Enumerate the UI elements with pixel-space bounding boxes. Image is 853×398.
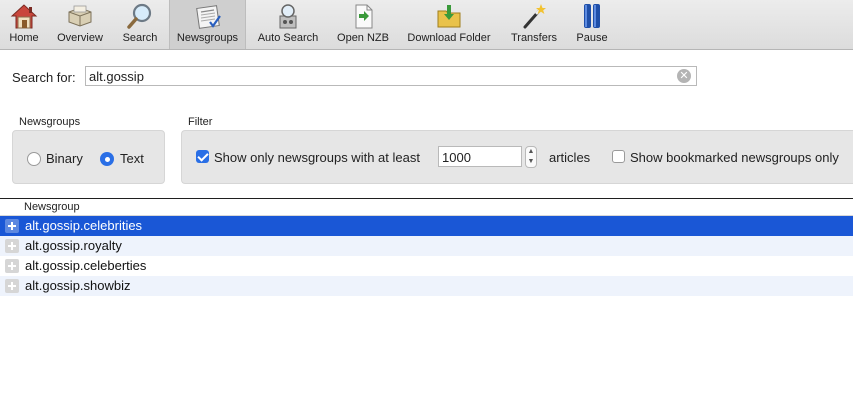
auto-search-icon	[273, 2, 303, 30]
transfers-wand-icon	[519, 2, 549, 30]
table-row[interactable]: alt.gossip.showbiz	[0, 276, 853, 296]
newsgroup-name: alt.gossip.celeberties	[25, 258, 147, 273]
stepper-up-icon[interactable]: ▲	[528, 148, 535, 155]
table-row[interactable]: alt.gossip.royalty	[0, 236, 853, 256]
binary-radio[interactable]	[27, 152, 41, 166]
toolbar: Home Overview Search Newsgroups Auto Sea…	[0, 0, 853, 50]
min-articles-field[interactable]	[438, 146, 522, 167]
toolbar-pause-label: Pause	[576, 32, 608, 44]
toolbar-download-folder-label: Download Folder	[407, 32, 491, 44]
search-field[interactable]: ✕	[85, 66, 697, 86]
home-icon	[9, 2, 39, 30]
expand-plus-icon[interactable]	[5, 259, 19, 273]
toolbar-transfers-label: Transfers	[510, 32, 558, 44]
table-row[interactable]: alt.gossip.celebrities	[0, 216, 853, 236]
expand-plus-icon[interactable]	[5, 219, 19, 233]
magnifier-icon	[125, 2, 155, 30]
newsgroup-name: alt.gossip.showbiz	[25, 278, 131, 293]
expand-plus-icon[interactable]	[5, 239, 19, 253]
table-top-border	[0, 198, 853, 199]
newsgroups-group-box: Binary Text	[12, 130, 165, 184]
toolbar-home-button[interactable]: Home	[3, 0, 45, 49]
toolbar-download-folder-button[interactable]: Download Folder	[404, 0, 494, 49]
newsgroup-name: alt.gossip.royalty	[25, 238, 122, 253]
toolbar-transfers-button[interactable]: Transfers	[507, 0, 561, 49]
min-articles-label[interactable]: Show only newsgroups with at least	[214, 150, 420, 165]
filter-group-title: Filter	[188, 116, 213, 128]
toolbar-search-button[interactable]: Search	[118, 0, 162, 49]
articles-suffix-label: articles	[549, 150, 591, 165]
pause-icon	[577, 2, 607, 30]
toolbar-newsgroups-button[interactable]: Newsgroups	[169, 0, 246, 49]
stepper-down-icon[interactable]: ▼	[528, 158, 535, 165]
clear-search-icon[interactable]: ✕	[677, 69, 691, 83]
text-radio[interactable]	[100, 152, 114, 166]
toolbar-overview-button[interactable]: Overview	[53, 0, 107, 49]
table-row[interactable]: alt.gossip.celeberties	[0, 256, 853, 276]
toolbar-overview-label: Overview	[57, 32, 103, 44]
bookmarked-only-label[interactable]: Show bookmarked newsgroups only	[630, 150, 839, 165]
toolbar-open-nzb-label: Open NZB	[337, 32, 389, 44]
open-nzb-icon	[348, 2, 378, 30]
newsgroups-group-title: Newsgroups	[19, 116, 81, 128]
newsgroup-column-header[interactable]: Newsgroup	[24, 201, 80, 213]
toolbar-search-label: Search	[122, 32, 158, 44]
toolbar-newsgroups-label: Newsgroups	[176, 32, 239, 44]
toolbar-pause-button[interactable]: Pause	[572, 0, 612, 49]
min-articles-input[interactable]	[442, 149, 518, 165]
bookmarked-only-checkbox[interactable]	[612, 150, 625, 163]
min-articles-checkbox[interactable]	[196, 150, 209, 163]
toolbar-auto-search-label: Auto Search	[257, 32, 319, 44]
search-input[interactable]	[89, 68, 669, 84]
expand-plus-icon[interactable]	[5, 279, 19, 293]
min-articles-stepper[interactable]: ▲ ▼	[525, 146, 537, 168]
toolbar-auto-search-button[interactable]: Auto Search	[254, 0, 322, 49]
toolbar-open-nzb-button[interactable]: Open NZB	[334, 0, 392, 49]
overview-icon	[65, 2, 95, 30]
search-label: Search for:	[12, 70, 76, 85]
text-label[interactable]: Text	[120, 151, 144, 166]
toolbar-home-label: Home	[9, 32, 39, 44]
newsgroup-name: alt.gossip.celebrities	[25, 218, 143, 233]
binary-label[interactable]: Binary	[46, 151, 83, 166]
newsgroups-icon	[193, 2, 223, 30]
download-folder-icon	[434, 2, 464, 30]
